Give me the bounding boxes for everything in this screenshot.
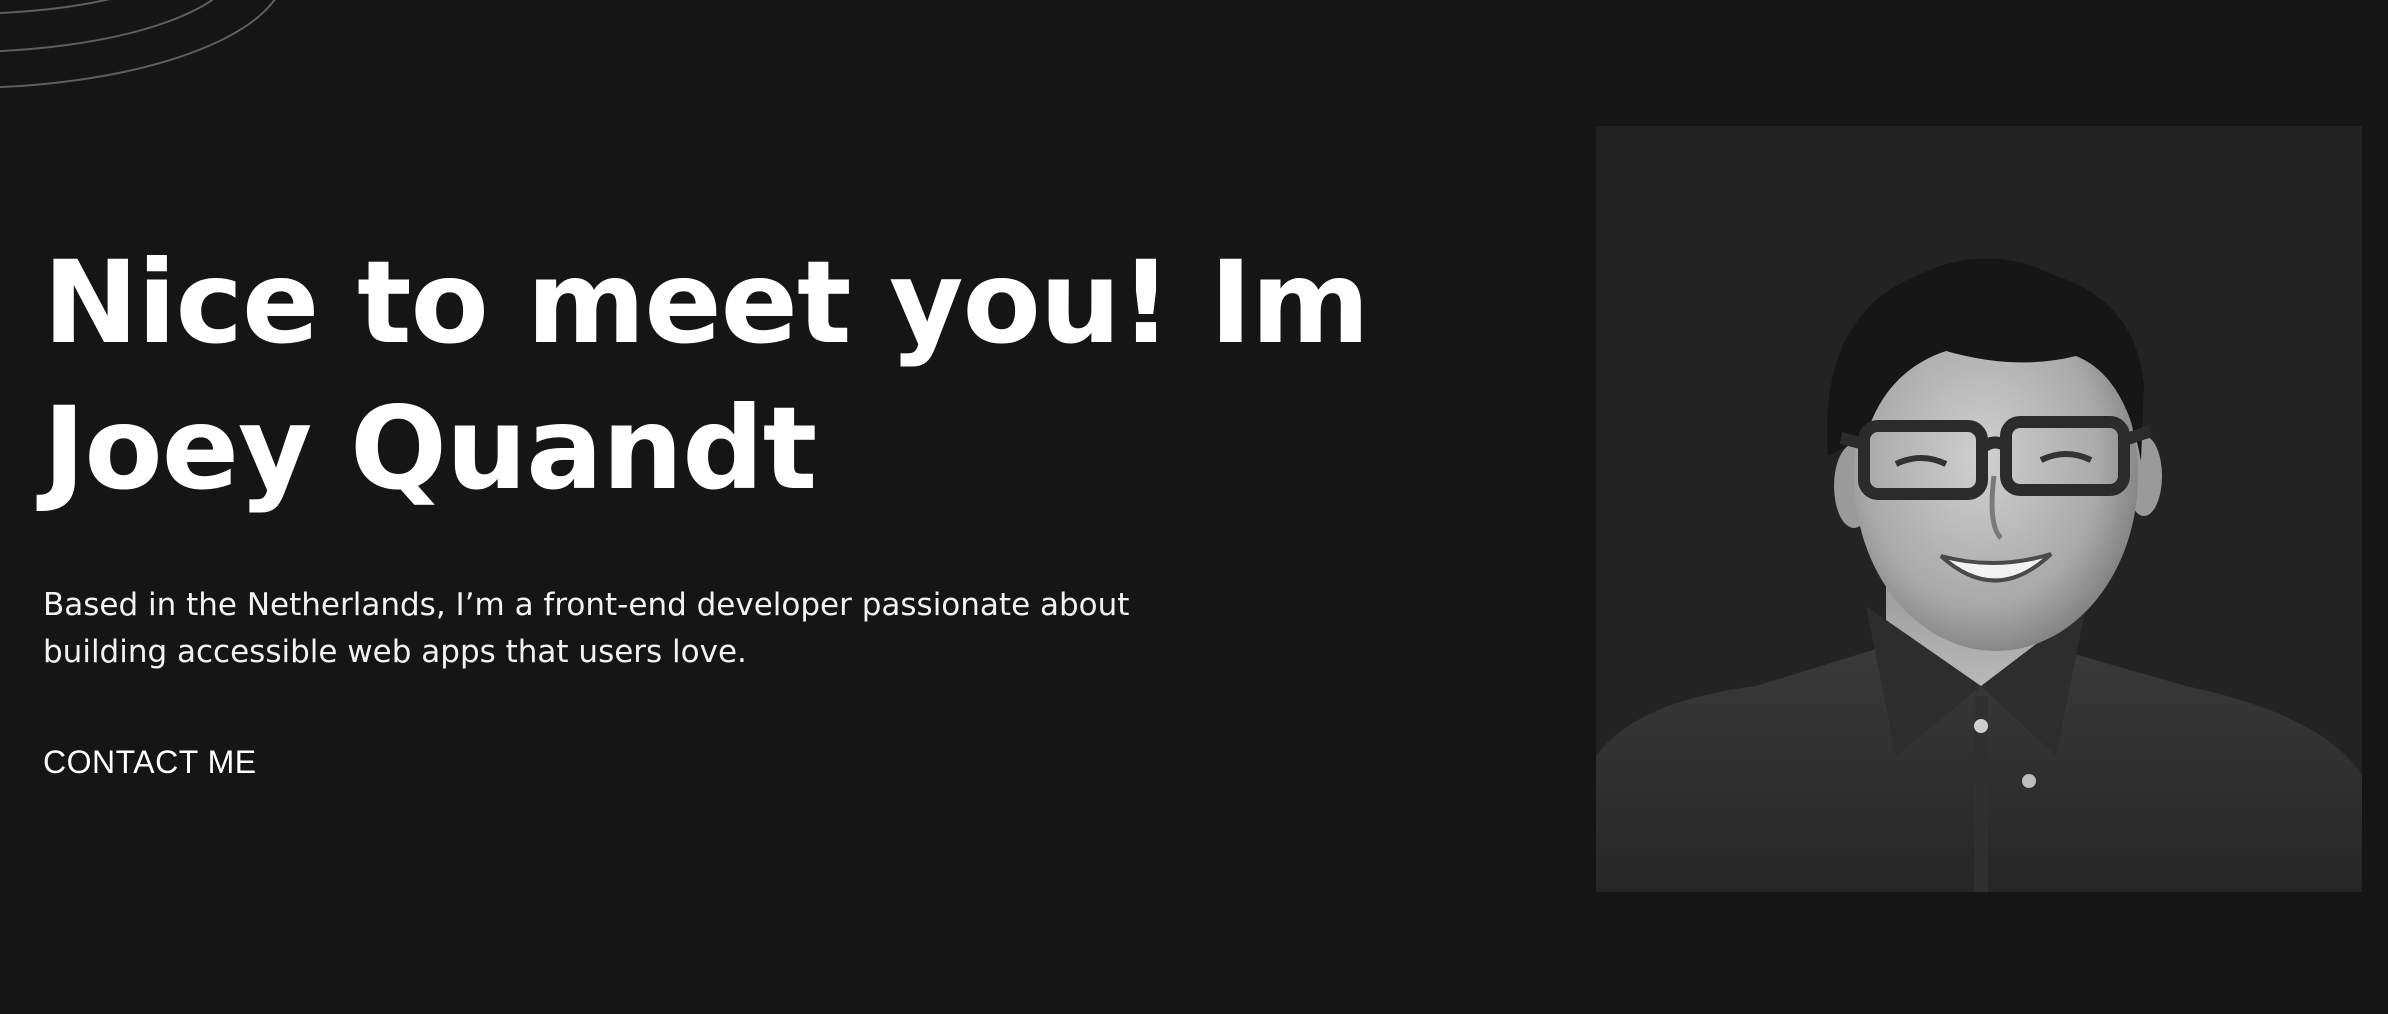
- hero-title: Nice to meet you! Im Joey Quandt: [43, 230, 1383, 522]
- portrait-image: [1596, 126, 2362, 892]
- hero-subtitle: Based in the Netherlands, I’m a front-en…: [43, 582, 1193, 676]
- portrait-illustration: [1596, 258, 2362, 892]
- hero-subtitle-line-1: Based in the Netherlands, I’m a front-en…: [43, 587, 1130, 623]
- decorative-rings: [0, 0, 276, 89]
- contact-me-link[interactable]: CONTACT ME: [43, 742, 257, 782]
- hero-title-line-1: Nice to meet you! Im: [43, 236, 1370, 369]
- hero-subtitle-line-2: building accessible web apps that users …: [43, 634, 747, 670]
- hero-title-line-2: Joey Quandt: [43, 382, 817, 515]
- hero-section: Nice to meet you! Im Joey Quandt Based i…: [43, 230, 1383, 780]
